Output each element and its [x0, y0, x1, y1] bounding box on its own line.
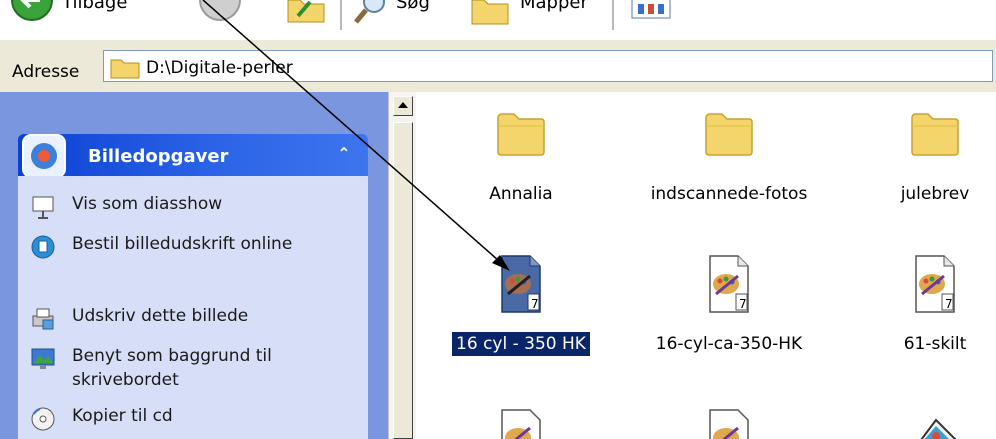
file-name: 16-cyl-ca-350-HK: [655, 334, 803, 354]
search-label: Søg: [396, 0, 430, 13]
back-label: Tilbage: [62, 0, 128, 13]
picture-tasks-title: Billedopgaver: [88, 146, 229, 167]
folder-icon: [110, 59, 140, 79]
folder-icon: [497, 113, 545, 156]
folder-name: julebrev: [900, 184, 970, 204]
up-folder-icon[interactable]: [286, 0, 326, 24]
back-arrow-icon: [11, 0, 53, 21]
image-file-item[interactable]: 7 16 cyl - 350 HK: [426, 254, 616, 356]
toolbar: Tilbage Søg Mapper: [0, 0, 996, 36]
search-icon: [354, 0, 385, 24]
paint-image-file-icon: 7: [709, 255, 749, 313]
folder-item[interactable]: julebrev: [840, 110, 996, 210]
task-label: Udskriv dette billede: [72, 306, 249, 326]
scroll-up-button[interactable]: [393, 96, 413, 116]
forward-button[interactable]: [198, 0, 242, 22]
back-button[interactable]: Tilbage: [10, 0, 170, 21]
folder-icon: [705, 113, 753, 156]
image-file-item[interactable]: 7 16-cyl-ca-350-HK: [634, 254, 824, 354]
toolbar-separator: [340, 0, 342, 30]
toolbar-separator: [612, 0, 614, 30]
file-view: Annalia indscannede-fotos julebrev 7 16 …: [416, 92, 996, 439]
address-value: D:\Digitale-perler: [146, 58, 293, 78]
printer-icon: [32, 308, 54, 330]
folder-name: Annalia: [489, 184, 553, 204]
task-pane: Billedopgaver ⌃ Vis som diasshow Bestil …: [0, 92, 388, 439]
folder-name: indscannede-fotos: [650, 184, 808, 204]
svg-text:7: 7: [945, 297, 953, 311]
collapse-chevron-icon[interactable]: ⌃: [334, 144, 354, 164]
task-label: Bestil billedudskrift online: [72, 234, 293, 254]
paint-image-file-icon: 7: [915, 255, 955, 313]
file-name: 61-skilt: [903, 334, 967, 354]
folder-icon: [911, 113, 959, 156]
cd-icon: [31, 407, 55, 431]
image-file-item[interactable]: 7 61-skilt: [840, 254, 996, 354]
address-bar: Adresse D:\Digitale-perler: [0, 40, 996, 92]
picture-tasks-list: Vis som diasshow Bestil billedudskrift o…: [18, 176, 368, 439]
scroll-thumb[interactable]: [393, 122, 413, 439]
folders-button[interactable]: Mapper: [470, 0, 600, 30]
address-label: Adresse: [12, 62, 80, 82]
picture-tasks-icon: [22, 134, 66, 178]
folder-item[interactable]: indscannede-fotos: [634, 110, 824, 210]
selected-file-name: 16 cyl - 350 HK: [452, 332, 590, 356]
file-name: 16 cyl - 350 HK: [426, 332, 616, 356]
paint-image-file-icon: 7: [501, 255, 541, 313]
media-file-icon[interactable]: [912, 410, 962, 439]
folders-icon: [471, 0, 509, 25]
desktop-background-icon: [31, 348, 55, 369]
task-label: Kopier til cd: [72, 406, 173, 426]
views-icon[interactable]: [630, 0, 674, 22]
picture-tasks-header[interactable]: Billedopgaver ⌃: [18, 134, 368, 176]
web-globe-icon: [31, 235, 55, 259]
paint-image-file-icon[interactable]: [498, 408, 544, 439]
address-field[interactable]: D:\Digitale-perler: [103, 50, 993, 82]
task-label: Benyt som baggrund til skrivebordet: [72, 346, 272, 390]
paint-image-file-icon[interactable]: [706, 408, 752, 439]
search-button[interactable]: Søg: [352, 0, 452, 30]
folder-item[interactable]: Annalia: [426, 110, 616, 210]
task-label: Vis som diasshow: [72, 194, 223, 214]
svg-text:7: 7: [739, 297, 747, 311]
slideshow-icon: [32, 196, 54, 219]
svg-text:7: 7: [531, 297, 539, 311]
folders-label: Mapper: [520, 0, 588, 13]
task-pane-scrollbar[interactable]: [388, 92, 417, 439]
